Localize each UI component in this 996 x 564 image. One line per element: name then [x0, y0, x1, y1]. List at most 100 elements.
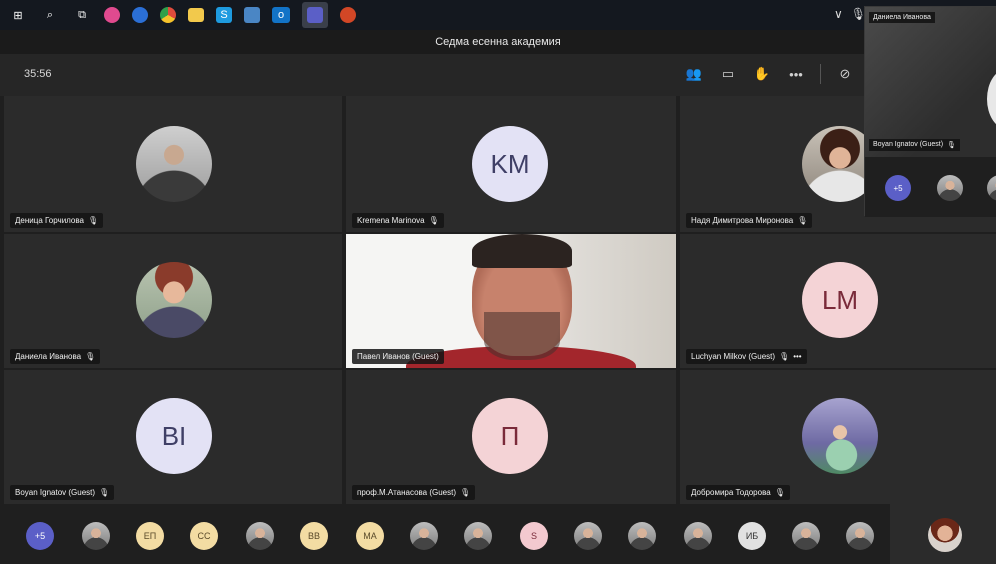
popout-window[interactable]: Даниела Иванова Boyan Ignatov (Guest) 🎙 +…: [864, 6, 996, 217]
self-view[interactable]: [890, 504, 996, 564]
participant-nametag: Даниела Иванова 🎙: [10, 349, 101, 364]
participant-tile[interactable]: П проф.М.Атанасова (Guest) 🎙: [346, 370, 676, 504]
participant-name: Boyan Ignatov (Guest): [15, 488, 96, 497]
window-title: Седма есенна академия: [0, 30, 996, 54]
mic-muted-icon: 🎙: [87, 216, 99, 225]
participant-nametag: проф.М.Атанасова (Guest) 🎙: [352, 485, 476, 500]
windows-start-icon[interactable]: ⊞: [8, 5, 28, 25]
mic-muted-icon: 🎙: [99, 488, 110, 497]
popout-bottom-name: Boyan Ignatov (Guest): [873, 141, 944, 148]
participant-avatar: П: [472, 398, 548, 474]
skype-icon[interactable]: S: [216, 7, 232, 23]
search-icon[interactable]: ⌕: [40, 5, 60, 25]
popout-participant-thumb[interactable]: [987, 175, 996, 201]
participant-tile[interactable]: Деница Горчилова 🎙: [4, 96, 342, 232]
participant-thumb[interactable]: ВВ: [300, 522, 328, 550]
participant-avatar: [136, 126, 212, 202]
participant-avatar: [802, 398, 878, 474]
mic-muted-icon: 🎙: [779, 352, 790, 361]
participant-thumb[interactable]: [574, 522, 602, 550]
participant-thumb[interactable]: [846, 522, 874, 550]
mic-muted-icon: 🎙: [85, 352, 96, 361]
participant-thumb[interactable]: ИБ: [738, 522, 766, 550]
participant-thumb[interactable]: ЕП: [136, 522, 164, 550]
system-tray: ∨ 🎙: [834, 7, 866, 21]
more-participants-button[interactable]: +5: [26, 522, 54, 550]
chat-icon[interactable]: ▭: [718, 64, 738, 84]
participant-name: Luchyan Milkov (Guest): [691, 352, 776, 361]
chevron-up-icon[interactable]: ∨: [834, 7, 843, 21]
itunes-icon[interactable]: [104, 7, 120, 23]
participant-tile[interactable]: Добромира Тодорова 🎙: [680, 370, 996, 504]
participant-avatar: LM: [802, 262, 878, 338]
participant-name: Надя Димитрова Миронова: [691, 216, 794, 225]
participant-thumb[interactable]: [82, 522, 110, 550]
participant-nametag: Деница Горчилова 🎙: [10, 213, 104, 228]
divider: [820, 64, 821, 84]
mic-muted-icon: 🎙: [797, 216, 808, 225]
teamviewer-icon[interactable]: [132, 7, 148, 23]
camera-off-icon[interactable]: ⊘: [835, 64, 855, 84]
more-icon[interactable]: •••: [793, 352, 801, 361]
participant-thumb[interactable]: [684, 522, 712, 550]
mic-muted-icon: 🎙: [428, 216, 439, 225]
participant-tile[interactable]: LM Luchyan Milkov (Guest) 🎙 •••: [680, 234, 996, 368]
meeting-timer: 35:56: [24, 68, 52, 80]
outlook-icon[interactable]: o: [272, 7, 290, 23]
participant-nametag: Luchyan Milkov (Guest) 🎙 •••: [686, 349, 807, 364]
app-icon[interactable]: [244, 7, 260, 23]
meeting-controls-bar: 35:56 👥 ▭ ✋ ••• ⊘: [0, 54, 996, 96]
more-options-icon[interactable]: •••: [786, 64, 806, 84]
participant-thumb[interactable]: МА: [356, 522, 384, 550]
popout-participant-thumb[interactable]: [937, 175, 963, 201]
participant-thumb[interactable]: [792, 522, 820, 550]
participant-tile[interactable]: KM Kremena Marinova 🎙: [346, 96, 676, 232]
participant-tile[interactable]: Даниела Иванова 🎙: [4, 234, 342, 368]
mic-muted-icon: 🎙: [460, 488, 471, 497]
popout-top-name: Даниела Иванова: [869, 12, 935, 23]
participant-video[interactable]: Павел Иванов (Guest): [346, 234, 676, 368]
participant-thumb[interactable]: [246, 522, 274, 550]
windows-taskbar: ⊞ ⌕ ⧉ S o ∨ 🎙: [0, 0, 996, 30]
video-person-hair: [472, 234, 572, 268]
participant-name: Павел Иванов (Guest): [357, 352, 439, 361]
popout-strip: +5: [865, 157, 996, 217]
mic-muted-icon: 🎙: [947, 142, 956, 149]
participant-nametag: Boyan Ignatov (Guest) 🎙: [10, 485, 115, 500]
mic-muted-icon: 🎙: [774, 488, 785, 497]
popout-bottom-nametag: Boyan Ignatov (Guest) 🎙: [869, 139, 960, 151]
participant-strip: +5 ЕП СС ВВ МА S ИБ: [4, 504, 890, 564]
raise-hand-icon[interactable]: ✋: [752, 64, 772, 84]
teams-icon[interactable]: [302, 2, 328, 28]
participant-nametag: Павел Иванов (Guest): [352, 349, 444, 364]
participant-nametag: Добромира Тодорова 🎙: [686, 485, 790, 500]
video-person-beard: [484, 312, 560, 360]
participant-grid: Деница Горчилова 🎙 KM Kremena Marinova 🎙 Н…: [4, 96, 996, 504]
participant-name: Добромира Тодорова: [691, 488, 771, 497]
participants-icon[interactable]: 👥: [684, 64, 704, 84]
participant-name: проф.М.Атанасова (Guest): [357, 488, 457, 497]
control-buttons: 👥 ▭ ✋ ••• ⊘: [684, 64, 855, 84]
participant-name: Даниела Иванова: [15, 352, 82, 361]
task-view-icon[interactable]: ⧉: [72, 5, 92, 25]
participant-thumb[interactable]: [464, 522, 492, 550]
participant-thumb[interactable]: СС: [190, 522, 218, 550]
popout-more-button[interactable]: +5: [885, 175, 911, 201]
participant-avatar: [136, 262, 212, 338]
popout-video: [865, 7, 996, 157]
participant-thumb[interactable]: S: [520, 522, 548, 550]
teams-meeting-window: ⊞ ⌕ ⧉ S o ∨ 🎙 Седма есенна академия 35:5…: [0, 0, 996, 564]
participant-name: Деница Горчилова: [15, 216, 84, 225]
participant-avatar: KM: [472, 126, 548, 202]
participant-tile[interactable]: BI Boyan Ignatov (Guest) 🎙: [4, 370, 342, 504]
participant-nametag: Надя Димитрова Миронова 🎙: [686, 213, 813, 228]
participant-name: Kremena Marinova: [357, 216, 425, 225]
self-avatar: [928, 518, 962, 552]
participant-thumb[interactable]: [628, 522, 656, 550]
chrome-icon[interactable]: [160, 7, 176, 23]
file-explorer-icon[interactable]: [188, 8, 204, 22]
powerpoint-icon[interactable]: [340, 7, 356, 23]
participant-thumb[interactable]: [410, 522, 438, 550]
participant-avatar: BI: [136, 398, 212, 474]
participant-nametag: Kremena Marinova 🎙: [352, 213, 444, 228]
